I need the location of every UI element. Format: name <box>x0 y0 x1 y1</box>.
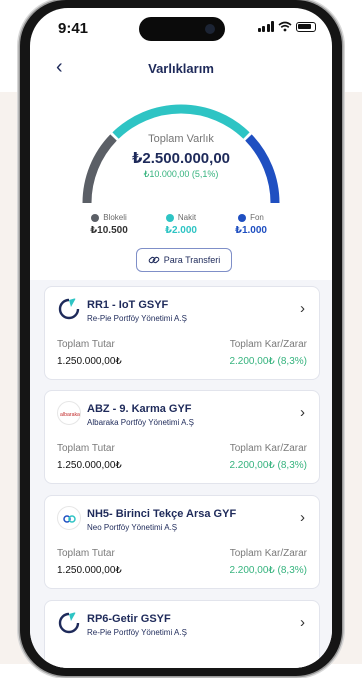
chevron-right-icon: › <box>300 300 305 317</box>
fund-card-nh5[interactable]: NH5- Birinci Tekçe Arsa GYF Neo Portföy … <box>44 495 320 589</box>
total-assets-label: Toplam Varlık <box>148 133 214 145</box>
blokeli-dot <box>91 213 100 222</box>
dynamic-island <box>139 17 225 41</box>
repie-logo-icon <box>57 611 81 635</box>
signal-icon <box>257 21 274 32</box>
legend-nakit-label: Nakit <box>177 213 197 222</box>
legend-fon: Fon ₺1.000 <box>216 213 286 236</box>
legend-nakit-value: ₺2.000 <box>165 225 197 236</box>
fund-card-rp6[interactable]: RP6-Getir GSYF Re-Pie Portföy Yönetimi A… <box>44 600 320 668</box>
profit-loss-label: Toplam Kar/Zarar <box>229 548 307 559</box>
legend-fon-label: Fon <box>250 213 264 222</box>
legend-blokeli-label: Blokeli <box>103 213 127 222</box>
chevron-right-icon: › <box>300 404 305 421</box>
total-amount-label: Toplam Tutar <box>57 339 115 350</box>
fund-company: Albaraka Portföy Yönetimi A.Ş <box>87 418 195 427</box>
battery-icon <box>296 21 316 32</box>
profit-loss-label: Toplam Kar/Zarar <box>229 443 307 454</box>
neo-logo-icon <box>57 506 81 530</box>
total-amount-value: 1.250.000,00₺ <box>57 356 122 367</box>
phone-screen: 9:41 ‹ Varlıklarım Toplam Varlık ₺2.500.… <box>30 8 332 668</box>
profit-loss-value: 2.200,00₺ (8,3%) <box>229 460 307 471</box>
legend-blokeli-value: ₺10.500 <box>90 225 128 236</box>
fund-name: RP6-Getir GSYF <box>87 613 171 625</box>
legend-blokeli: Blokeli ₺10.500 <box>74 213 144 236</box>
link-icon <box>148 256 160 264</box>
nakit-dot <box>165 213 174 222</box>
money-transfer-button[interactable]: Para Transferi <box>136 248 232 272</box>
albaraka-logo-icon: albaraka <box>57 401 81 425</box>
legend-nakit: Nakit ₺2.000 <box>146 213 216 236</box>
chevron-right-icon: › <box>300 614 305 631</box>
profit-loss-value: 2.200,00₺ (8,3%) <box>229 565 307 576</box>
fund-card-abz[interactable]: albaraka ABZ - 9. Karma GYF Albaraka Por… <box>44 390 320 484</box>
total-assets-change: ₺10.000,00 (5,1%) <box>143 169 219 179</box>
wifi-icon <box>278 21 292 32</box>
total-amount-value: 1.250.000,00₺ <box>57 460 122 471</box>
profit-loss-label: Toplam Kar/Zarar <box>229 339 307 350</box>
albaraka-logo-text: albaraka <box>60 412 80 418</box>
fund-name: RR1 - IoT GSYF <box>87 299 169 311</box>
total-assets-amount: ₺2.500.000,00 <box>131 150 231 167</box>
fon-dot <box>238 213 247 222</box>
fund-list: RR1 - IoT GSYF Re-Pie Portföy Yönetimi A… <box>30 280 332 668</box>
chevron-right-icon: › <box>300 509 305 526</box>
total-amount-label: Toplam Tutar <box>57 548 115 559</box>
total-amount-label: Toplam Tutar <box>57 443 115 454</box>
status-icons <box>257 21 316 32</box>
page-title: Varlıklarım <box>148 61 214 76</box>
status-time: 9:41 <box>58 20 89 37</box>
gauge-segment-nakit <box>112 104 250 139</box>
fund-company: Re-Pie Portföy Yönetimi A.Ş <box>87 628 187 637</box>
money-transfer-label: Para Transferi <box>163 255 221 265</box>
total-amount-value: 1.250.000,00₺ <box>57 565 122 576</box>
fund-card-rr1[interactable]: RR1 - IoT GSYF Re-Pie Portföy Yönetimi A… <box>44 286 320 380</box>
fund-name: ABZ - 9. Karma GYF <box>87 403 192 415</box>
camera-icon <box>205 24 215 34</box>
repie-logo-icon <box>57 297 81 321</box>
fund-company: Re-Pie Portföy Yönetimi A.Ş <box>87 314 187 323</box>
legend-fon-value: ₺1.000 <box>235 225 267 236</box>
profit-loss-value: 2.200,00₺ (8,3%) <box>229 356 307 367</box>
fund-name: NH5- Birinci Tekçe Arsa GYF <box>87 508 237 520</box>
fund-company: Neo Portföy Yönetimi A.Ş <box>87 523 178 532</box>
